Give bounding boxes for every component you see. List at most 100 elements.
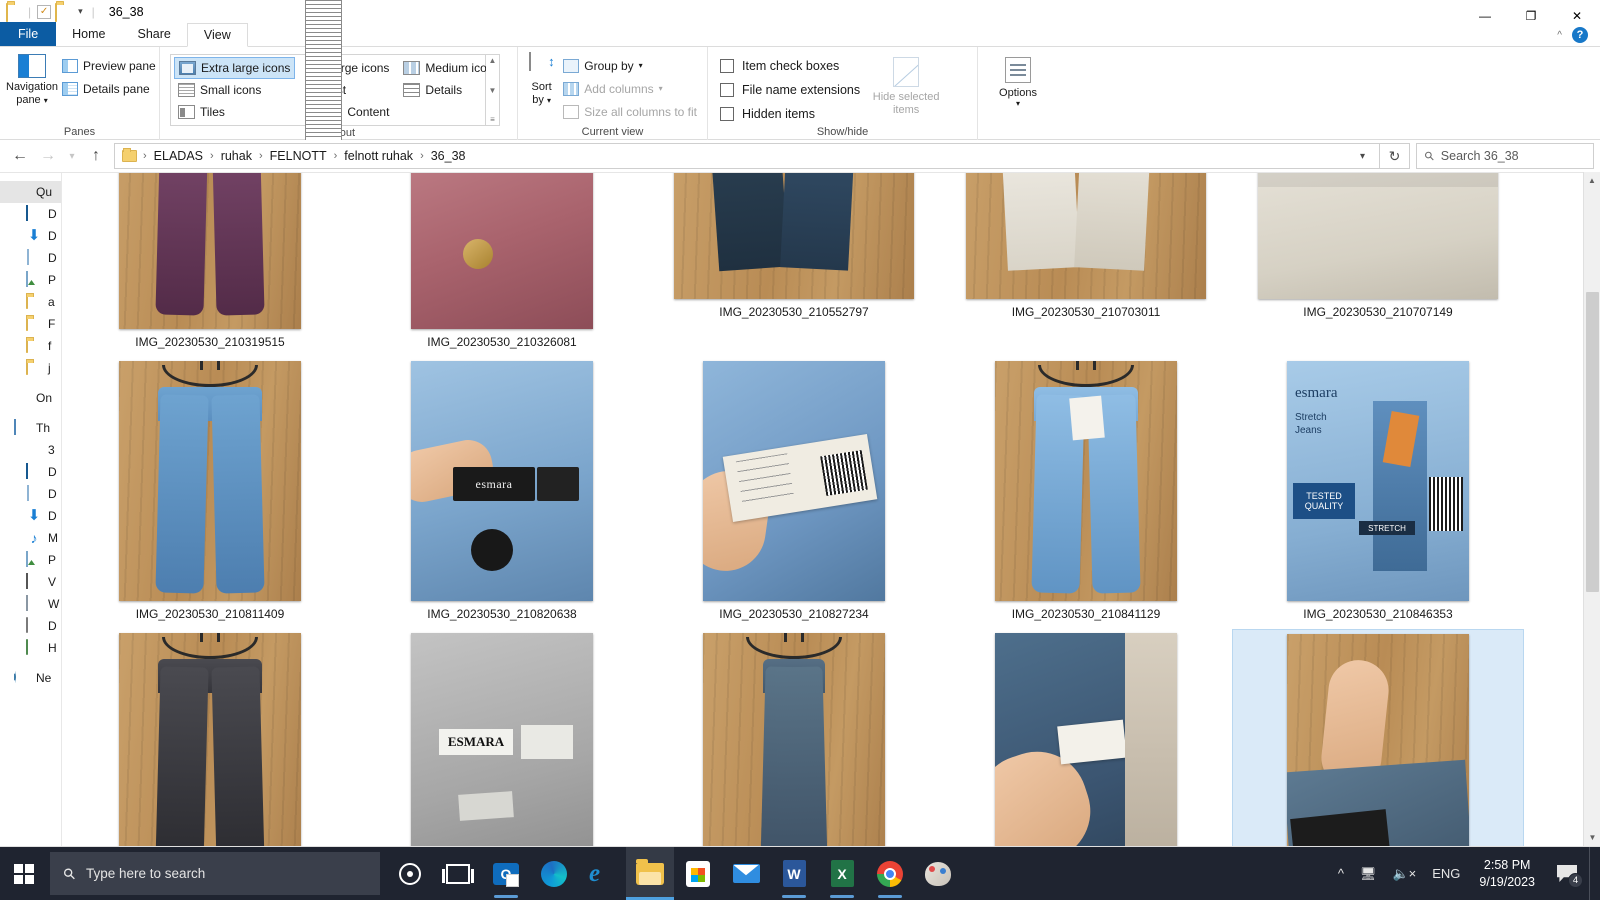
sidebar-item-onedrive[interactable]: On: [0, 387, 61, 409]
file-explorer-button[interactable]: [626, 847, 674, 900]
scroll-down-icon[interactable]: ▼: [489, 86, 497, 95]
file-item[interactable]: IMG_20230530_210811409: [64, 357, 356, 629]
sidebar-item-desktop[interactable]: D: [0, 203, 61, 225]
sidebar-item-windows-c[interactable]: W: [0, 593, 61, 615]
breadcrumb-item-36-38[interactable]: 36_38: [426, 147, 471, 165]
show-desktop-button[interactable]: [1589, 847, 1596, 900]
breadcrumb-item-eladas[interactable]: ELADAS: [149, 147, 208, 165]
file-item[interactable]: IMG_20230530_211127645: [1232, 629, 1524, 847]
scroll-down-icon[interactable]: ▼: [1584, 829, 1600, 846]
hidden-items-checkbox[interactable]: [720, 107, 734, 121]
item-check-boxes-checkbox[interactable]: [720, 59, 734, 73]
sidebar-item-folder-f2[interactable]: f: [0, 335, 61, 357]
sidebar-item-this-pc[interactable]: Th: [0, 417, 61, 439]
file-item[interactable]: esmara Stretch Jeans TESTED QUALITY STRETC…: [1232, 357, 1524, 629]
sidebar-item-music[interactable]: ♪ M: [0, 527, 61, 549]
customize-dropdown-icon[interactable]: ▾: [75, 6, 86, 17]
sidebar-item-documents[interactable]: D: [0, 247, 61, 269]
action-center-button[interactable]: 4: [1547, 847, 1587, 900]
sidebar-item-3d-objects[interactable]: 3: [0, 439, 61, 461]
file-item[interactable]: IMG_20230530_210827234: [648, 357, 940, 629]
clock[interactable]: 2:58 PM 9/19/2023: [1469, 847, 1545, 900]
scroll-up-icon[interactable]: ▲: [1584, 172, 1600, 189]
preview-pane-button[interactable]: Preview pane: [58, 55, 160, 76]
chrome-button[interactable]: [866, 847, 914, 900]
file-item[interactable]: esmara IMG_20230530_210820638: [356, 357, 648, 629]
sidebar-item-downloads[interactable]: ⬇ D: [0, 225, 61, 247]
layout-gallery-scrollbar[interactable]: ▲ ▼ ≡: [486, 54, 500, 126]
sidebar-item-network[interactable]: Ne: [0, 667, 61, 689]
search-input[interactable]: ⚲ Search 36_38: [1416, 143, 1594, 169]
cortana-button[interactable]: [386, 847, 434, 900]
size-all-columns-button[interactable]: Size all columns to fit: [559, 101, 701, 122]
sidebar-item-desktop-pc[interactable]: D: [0, 461, 61, 483]
mail-button[interactable]: [722, 847, 770, 900]
file-item[interactable]: IMG_20230530_210707149: [1232, 173, 1524, 357]
up-button[interactable]: ↑: [82, 143, 110, 169]
content-scrollbar[interactable]: ▲ ▼: [1583, 172, 1600, 846]
sidebar-item-folder-j[interactable]: j: [0, 357, 61, 379]
recent-locations-button[interactable]: ▾: [62, 143, 82, 169]
group-by-button[interactable]: Group by ▾: [559, 55, 701, 76]
file-item[interactable]: IMG_20230530_211055276: [648, 629, 940, 847]
file-item[interactable]: IMG_20230530_210941651: [64, 629, 356, 847]
gallery-more-icon[interactable]: ≡: [490, 115, 495, 124]
hidden-items-row[interactable]: Hidden items: [720, 103, 860, 125]
file-item[interactable]: IMG_20230530_210319515: [64, 173, 356, 357]
paint-button[interactable]: [914, 847, 962, 900]
taskbar-search-input[interactable]: ⚲ Type here to search: [50, 852, 380, 895]
breadcrumb-item-felnott-ruhak[interactable]: felnott ruhak: [339, 147, 418, 165]
scroll-up-icon[interactable]: ▲: [489, 56, 497, 65]
scrollbar-thumb[interactable]: [1586, 292, 1599, 592]
file-item[interactable]: IMG_20230530_211114075: [940, 629, 1232, 847]
outlook-button[interactable]: O: [482, 847, 530, 900]
internet-explorer-button[interactable]: e: [578, 847, 626, 900]
options-button[interactable]: Options ▾: [985, 51, 1051, 108]
tab-view[interactable]: View: [186, 23, 248, 47]
layout-tiles[interactable]: Tiles: [174, 101, 295, 123]
sort-by-button[interactable]: ↕ Sort by ▾: [524, 51, 559, 106]
tab-home[interactable]: Home: [56, 22, 121, 46]
sidebar-item-pictures-pc[interactable]: P: [0, 549, 61, 571]
file-name-extensions-checkbox[interactable]: [720, 83, 734, 97]
layout-small-icons[interactable]: Small icons: [174, 79, 295, 101]
item-check-boxes-row[interactable]: Item check boxes: [720, 55, 860, 77]
add-columns-button[interactable]: Add columns ▾: [559, 78, 701, 99]
sidebar-item-folder-a[interactable]: a: [0, 291, 61, 313]
file-list-view[interactable]: IMG_20230530_210319515 IMG_20230530_2103…: [62, 173, 1600, 847]
file-item[interactable]: IMG_20230530_210552797: [648, 173, 940, 357]
file-name-extensions-row[interactable]: File name extensions: [720, 79, 860, 101]
edge-button[interactable]: [530, 847, 578, 900]
file-item[interactable]: ESMARA IMG_20230530_210948223: [356, 629, 648, 847]
network-button[interactable]: 🖥: [1353, 847, 1384, 900]
navigation-pane-button[interactable]: Navigation pane ▾: [6, 51, 58, 106]
breadcrumb-item-ruhak[interactable]: ruhak: [216, 147, 257, 165]
file-item[interactable]: IMG_20230530_210841129: [940, 357, 1232, 629]
help-icon[interactable]: ?: [1572, 27, 1588, 43]
breadcrumb-item-felnott[interactable]: FELNOTT: [265, 147, 332, 165]
show-hidden-icons-button[interactable]: ^: [1331, 847, 1351, 900]
sidebar-item-videos[interactable]: V: [0, 571, 61, 593]
file-item[interactable]: IMG_20230530_210326081: [356, 173, 648, 357]
sidebar-item-documents-pc[interactable]: D: [0, 483, 61, 505]
sidebar-item-downloads-pc[interactable]: ⬇ D: [0, 505, 61, 527]
sidebar-item-folder-f1[interactable]: F: [0, 313, 61, 335]
new-folder-icon[interactable]: [55, 2, 71, 22]
refresh-button[interactable]: ↻: [1380, 143, 1410, 169]
task-view-button[interactable]: [434, 847, 482, 900]
excel-button[interactable]: X: [818, 847, 866, 900]
hide-selected-items-button[interactable]: Hide selected items: [860, 51, 952, 117]
volume-button[interactable]: 🔈×: [1385, 847, 1423, 900]
word-button[interactable]: W: [770, 847, 818, 900]
folder-icon[interactable]: [6, 2, 22, 22]
sidebar-item-pictures[interactable]: P: [0, 269, 61, 291]
sidebar-item-hdd[interactable]: H: [0, 637, 61, 659]
properties-icon[interactable]: ✓: [37, 4, 52, 19]
breadcrumb[interactable]: › ELADAS › ruhak › FELNOTT › felnott ruh…: [114, 143, 1380, 169]
sidebar-item-data-drive[interactable]: D: [0, 615, 61, 637]
language-indicator[interactable]: ENG: [1425, 847, 1467, 900]
layout-extra-large-icons[interactable]: Extra large icons: [174, 57, 296, 79]
chevron-up-icon[interactable]: ^: [1557, 30, 1562, 41]
breadcrumb-dropdown-icon[interactable]: ▾: [1350, 151, 1375, 162]
back-button[interactable]: ←: [6, 143, 34, 169]
